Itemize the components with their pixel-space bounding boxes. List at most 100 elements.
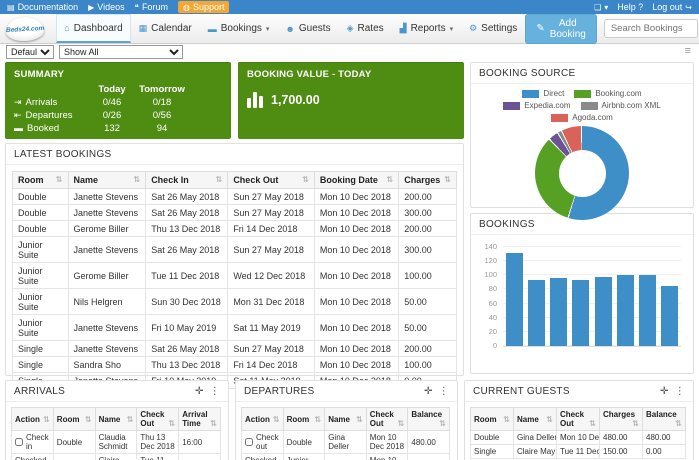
column-header[interactable]: Balance ⇅ bbox=[407, 407, 450, 431]
table-cell: Gerome Biller bbox=[67, 220, 147, 237]
bar[interactable] bbox=[616, 275, 634, 346]
legend-item[interactable]: Direct bbox=[522, 89, 564, 98]
table-cell: Claudia Schmidt bbox=[94, 430, 138, 454]
move-icon[interactable]: ✛ bbox=[195, 386, 204, 397]
column-header[interactable]: Balance ⇅ bbox=[642, 407, 686, 431]
summary-col-today: Today bbox=[98, 84, 126, 95]
bar[interactable] bbox=[572, 280, 590, 346]
bar[interactable] bbox=[528, 280, 546, 346]
column-header[interactable]: Name ⇅ bbox=[94, 407, 138, 431]
column-header[interactable]: Room ⇅ bbox=[470, 407, 514, 431]
kebab-menu-icon[interactable]: ⋮ bbox=[439, 386, 449, 397]
bar[interactable] bbox=[638, 275, 656, 346]
column-header[interactable]: Action ⇅ bbox=[241, 407, 284, 431]
move-icon[interactable]: ✛ bbox=[424, 386, 433, 397]
bar[interactable] bbox=[550, 278, 568, 346]
topbar-link-videos[interactable]: ▶ Videos bbox=[88, 2, 125, 12]
table-cell: Tue 11 Dec 2018 bbox=[145, 262, 229, 289]
booking-source-donut[interactable] bbox=[535, 126, 629, 220]
latest-bookings-table: Room ⇅ Name ⇅ Check In ⇅ Check Out ⇅ Booking Dat… bbox=[12, 171, 457, 389]
legend-item[interactable]: Agoda.com bbox=[551, 113, 613, 122]
beds24-logo[interactable]: Beds24.com bbox=[5, 15, 45, 42]
table-cell: Mon 10 Dec 2018 bbox=[313, 204, 400, 221]
table-cell: Janette Stevens bbox=[67, 236, 147, 263]
sort-icon: ⇅ bbox=[314, 414, 322, 424]
table-cell: Mon 10 Dec 2018 bbox=[313, 236, 400, 263]
tab-dashboard[interactable]: ⌂ Dashboard bbox=[56, 14, 131, 43]
chevron-down-icon: ▾ bbox=[604, 2, 609, 12]
legend-item[interactable]: Airbnb.com XML bbox=[580, 101, 661, 110]
column-header[interactable]: Name ⇅ bbox=[67, 171, 147, 189]
column-header[interactable]: Name ⇅ bbox=[324, 407, 367, 431]
column-header[interactable]: Booking Date ⇅ bbox=[313, 171, 400, 189]
tab-settings[interactable]: ⚙ Settings bbox=[461, 14, 525, 43]
show-all-select[interactable]: Show All bbox=[59, 45, 183, 59]
column-header[interactable]: Check Out ⇅ bbox=[136, 407, 180, 431]
table-row: Double Janette Stevens Sat 26 May 2018 Sun … bbox=[12, 204, 457, 221]
table-cell: Claire May bbox=[94, 453, 138, 460]
bar[interactable] bbox=[594, 276, 612, 346]
tab-guests[interactable]: ☻ Guests bbox=[277, 14, 338, 43]
search-bookings-input[interactable] bbox=[603, 19, 698, 38]
table-row: Check in Double Claudia Schmidt Thu 13 Dec … bbox=[11, 430, 221, 454]
table-cell: Junior Suite bbox=[12, 314, 69, 341]
kebab-menu-icon[interactable]: ⋮ bbox=[675, 386, 685, 397]
column-header[interactable]: Charges ⇅ bbox=[599, 407, 643, 431]
table-cell: 50.00 bbox=[398, 314, 457, 341]
column-header[interactable]: Check Out ⇅ bbox=[227, 171, 315, 189]
tab-rates[interactable]: ◈ Rates bbox=[339, 14, 392, 43]
table-cell: Sat 11 May 2019 bbox=[227, 314, 315, 341]
topbar-link-help[interactable]: Help ? bbox=[617, 2, 643, 12]
table-cell: Single bbox=[12, 356, 69, 373]
tab-calendar[interactable]: ▦ Calendar bbox=[131, 14, 200, 43]
column-header[interactable]: Name ⇅ bbox=[513, 407, 557, 431]
topbar-link-documentation[interactable]: ▤ Documentation bbox=[7, 2, 78, 12]
table-cell: Junior Suite bbox=[282, 453, 326, 460]
legend-item[interactable]: Booking.com bbox=[574, 89, 642, 98]
topbar-link-support[interactable]: ◍ Support bbox=[177, 1, 230, 13]
column-header[interactable]: Room ⇅ bbox=[52, 407, 96, 431]
table-cell: Tue 11 Dec 2018 bbox=[556, 444, 600, 459]
table-cell: Mon 10 Dec 2018 bbox=[313, 188, 400, 205]
bar[interactable] bbox=[506, 252, 523, 346]
calendar-icon: ▦ bbox=[138, 23, 148, 33]
bed-icon: ▬ bbox=[14, 123, 23, 133]
table-cell: Double bbox=[12, 188, 69, 205]
column-header[interactable]: Room ⇅ bbox=[282, 407, 326, 431]
column-header[interactable]: Check In ⇅ bbox=[145, 171, 229, 189]
legend-swatch bbox=[574, 89, 592, 98]
column-header[interactable]: Charges ⇅ bbox=[398, 171, 457, 189]
legend-item[interactable]: Expedia.com bbox=[503, 101, 571, 110]
table-row: DoubleGina DellerMon 10 Dec 2018480.0048… bbox=[470, 430, 686, 445]
y-axis-label: 140 bbox=[484, 242, 497, 251]
topbar-link-logout[interactable]: Log out ↪ bbox=[652, 2, 692, 12]
bar[interactable] bbox=[660, 285, 678, 346]
y-axis-label: 100 bbox=[484, 270, 497, 280]
hamburger-menu-icon[interactable]: ≡ bbox=[685, 45, 691, 57]
kebab-menu-icon[interactable]: ⋮ bbox=[210, 386, 220, 397]
view-select[interactable]: Default bbox=[6, 45, 54, 59]
column-header[interactable]: Action ⇅ bbox=[11, 407, 54, 431]
tab-reports[interactable]: ▟ Reports ▾ bbox=[392, 14, 461, 43]
dashboard-icon: ⌂ bbox=[64, 23, 70, 33]
chevron-down-icon: ▾ bbox=[265, 25, 270, 33]
table-row: Single Sandra Sho Thu 13 Dec 2018 Fri 14 De… bbox=[12, 356, 457, 373]
settings-icon: ⚙ bbox=[469, 23, 478, 33]
column-header[interactable]: Arrival Time ⇅ bbox=[178, 407, 221, 431]
topbar-link-forum[interactable]: ❝ Forum bbox=[135, 2, 168, 12]
header-row: Room ⇅ Name ⇅ Check Out ⇅ Charges ⇅ Balance ⇅ bbox=[470, 407, 686, 431]
table-cell: Check in bbox=[11, 430, 54, 454]
chat-menu[interactable]: ❏ ▾ bbox=[594, 3, 608, 12]
table-row: Double Janette Stevens Sat 26 May 2018 Sun … bbox=[12, 188, 457, 205]
move-icon[interactable]: ✛ bbox=[660, 386, 669, 397]
table-cell: Double bbox=[12, 204, 69, 221]
add-booking-button[interactable]: ✎ Add Booking bbox=[525, 13, 597, 44]
column-header[interactable]: Check Out ⇅ bbox=[365, 407, 409, 431]
check-in-checkbox[interactable] bbox=[15, 438, 23, 446]
check-out-checkbox[interactable] bbox=[245, 438, 253, 446]
table-cell: Check out bbox=[241, 430, 284, 454]
column-header[interactable]: Check Out ⇅ bbox=[556, 407, 600, 431]
tab-bookings[interactable]: ▬ Bookings ▾ bbox=[200, 14, 278, 43]
reports-icon: ▟ bbox=[399, 23, 407, 33]
column-header[interactable]: Room ⇅ bbox=[12, 171, 69, 189]
